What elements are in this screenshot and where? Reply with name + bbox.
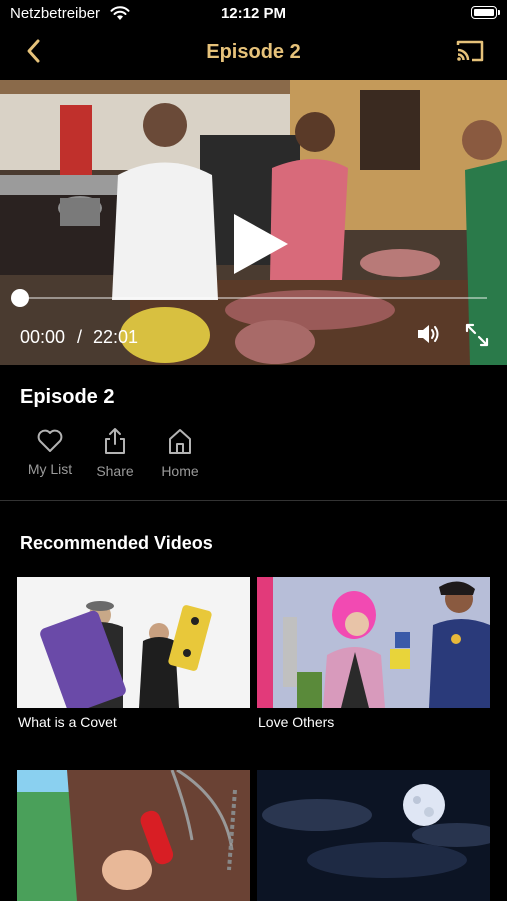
volume-icon[interactable] (416, 322, 442, 346)
progress-track[interactable] (20, 297, 487, 299)
share-label: Share (96, 463, 134, 479)
current-time: 00:00 (20, 327, 66, 347)
video-card-title: Love Others (258, 714, 335, 730)
page-title: Episode 2 (206, 41, 301, 63)
home-label: Home (161, 463, 199, 479)
share-button[interactable]: Share (80, 425, 150, 479)
video-card[interactable] (17, 770, 250, 901)
video-card-title: What is a Covet (18, 714, 117, 730)
recommended-title: Recommended Videos (20, 533, 213, 553)
battery-icon (471, 6, 500, 19)
play-icon[interactable] (226, 212, 290, 276)
video-card[interactable] (257, 770, 490, 901)
video-thumbnail (17, 577, 250, 708)
total-time: 22:01 (93, 327, 139, 347)
home-icon (169, 429, 191, 454)
back-chevron-icon[interactable] (22, 36, 48, 66)
video-card[interactable]: Love Others (257, 577, 490, 737)
progress-knob[interactable] (11, 289, 29, 307)
time-separator: / (77, 327, 83, 347)
status-time: 12:12 PM (220, 5, 287, 22)
share-icon (105, 428, 125, 454)
heart-icon (37, 429, 63, 452)
cast-icon[interactable] (455, 38, 485, 64)
video-player[interactable]: 00:00 / 22:01 (0, 80, 507, 365)
status-bar: Netzbetreiber 12:12 PM (0, 0, 507, 28)
section-divider (0, 500, 507, 501)
my-list-label: My List (27, 461, 73, 477)
video-thumbnail (257, 577, 490, 708)
fullscreen-icon[interactable] (464, 322, 490, 348)
episode-title: Episode 2 (20, 386, 115, 408)
video-card[interactable]: What is a Covet (17, 577, 250, 737)
action-bar: My List Share Home (0, 425, 300, 485)
nav-bar: Episode 2 (0, 28, 507, 78)
home-button[interactable]: Home (145, 425, 215, 479)
video-thumbnail (257, 770, 490, 901)
video-thumbnail (17, 770, 250, 901)
my-list-button[interactable]: My List (15, 425, 85, 477)
